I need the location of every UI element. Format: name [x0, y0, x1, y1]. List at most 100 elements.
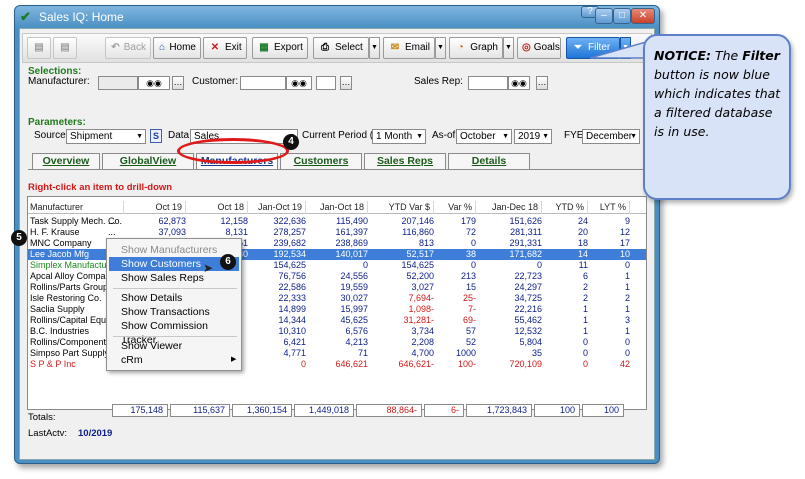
table-cell: 0: [624, 260, 630, 270]
table-cell: 17: [619, 238, 630, 248]
total-value: 1,723,843: [466, 404, 532, 417]
customer-label: Customer:: [192, 76, 239, 87]
col-header-ytd-var[interactable]: YTD Var $: [368, 201, 434, 214]
table-cell: 1: [582, 304, 588, 314]
table-cell: 20: [577, 227, 588, 237]
table-cell: 5,804: [519, 337, 542, 347]
as-of-month-select[interactable]: October: [456, 129, 512, 144]
graph-button[interactable]: ◔ Graph: [449, 37, 503, 59]
table-cell: 14,899: [278, 304, 306, 314]
table-cell: 71: [357, 348, 368, 358]
notice-text: NOTICE: The Filter button is now blue wh…: [654, 46, 786, 141]
col-header-janoct18[interactable]: Jan-Oct 18: [306, 201, 368, 214]
col-header-lyt-pct[interactable]: LYT %: [588, 201, 630, 214]
graph-label: Graph: [470, 42, 498, 53]
table-cell: 291,331: [509, 238, 542, 248]
current-period-select[interactable]: 1 Month: [372, 129, 426, 144]
minimize-button[interactable]: –: [595, 8, 613, 24]
table-cell: 278,257: [273, 227, 306, 237]
home-button[interactable]: ⌂ Home: [153, 37, 201, 59]
step-badge-4: 4: [283, 134, 299, 150]
table-cell: 24: [577, 216, 588, 226]
table-cell: 31,281-: [403, 315, 434, 325]
select-button[interactable]: ⎙ Select: [313, 37, 369, 59]
table-cell: 720,109: [509, 359, 542, 369]
source-select[interactable]: Shipment: [66, 129, 146, 144]
close-button[interactable]: ✕: [631, 8, 655, 24]
col-header-oct19[interactable]: Oct 19: [124, 201, 186, 214]
col-header-manufacturer[interactable]: Manufacturer: [30, 201, 124, 214]
table-row[interactable]: H. F. Krause... 37,093 8,131 278,257 161,397…: [28, 227, 646, 238]
sales-rep-lookup-button[interactable]: ◉◉: [508, 76, 530, 90]
table-cell: 15: [465, 282, 476, 292]
customer-code-field[interactable]: [316, 76, 336, 90]
exit-label: Exit: [225, 42, 242, 53]
last-activity-value: 10/2019: [78, 428, 113, 439]
table-cell: 1: [624, 271, 630, 281]
customer-field[interactable]: [240, 76, 286, 90]
table-cell: 2,208: [411, 337, 434, 347]
manufacturer-lookup-button[interactable]: ◉◉: [138, 76, 170, 90]
menu-separator: [113, 336, 237, 337]
email-icon: ✉: [390, 42, 400, 53]
table-cell: 0: [536, 260, 542, 270]
table-cell: 24,556: [340, 271, 368, 281]
manufacturer-more-button[interactable]: …: [172, 76, 184, 90]
col-header-ytd-pct[interactable]: YTD %: [542, 201, 588, 214]
goals-label: Goals: [533, 42, 560, 53]
export-button[interactable]: ▦ Export: [252, 37, 308, 59]
tab-customers[interactable]: Customers: [280, 153, 362, 169]
tab-details[interactable]: Details: [448, 153, 530, 169]
table-cell: 22,333: [278, 293, 306, 303]
col-header-janoct19[interactable]: Jan-Oct 19: [248, 201, 306, 214]
manufacturer-field[interactable]: [98, 76, 138, 90]
total-value: 115,637: [170, 404, 230, 417]
highlight-ellipse: [177, 138, 289, 164]
table-cell: 646,621-: [398, 359, 434, 369]
title-bar[interactable]: ✔ Sales IQ: Home ? – □ ✕: [15, 6, 659, 28]
exit-button[interactable]: ✕ Exit: [203, 37, 247, 59]
table-cell: 179: [460, 216, 476, 226]
tab-bar: Overview GlobalView Manufacturers Custom…: [28, 153, 648, 171]
grid-header: Manufacturer Oct 19 Oct 18 Jan-Oct 19 Ja…: [28, 201, 646, 214]
report-button-1[interactable]: ▤: [27, 37, 51, 59]
menu-show-details[interactable]: Show Details: [109, 291, 239, 305]
menu-show-commission-tracker[interactable]: Show Commission Tracker: [109, 319, 239, 346]
menu-show-sales-reps[interactable]: Show Sales Reps: [109, 271, 239, 285]
back-button[interactable]: ↶ Back: [105, 37, 151, 59]
as-of-year-select[interactable]: 2019: [514, 129, 552, 144]
maximize-button[interactable]: □: [613, 8, 631, 24]
printer-icon: ⎙: [321, 42, 329, 53]
select-dropdown-arrow[interactable]: ▼: [369, 37, 380, 59]
table-cell: 22,216: [514, 304, 542, 314]
menu-crm[interactable]: cRm: [109, 353, 239, 367]
document-icon: ▤: [34, 42, 44, 53]
table-cell: 213: [460, 271, 476, 281]
menu-show-manufacturers[interactable]: Show Manufacturers: [109, 243, 239, 257]
tab-overview[interactable]: Overview: [32, 153, 100, 169]
customer-lookup-button[interactable]: ◉◉: [286, 76, 312, 90]
tab-sales-reps[interactable]: Sales Reps: [364, 153, 446, 169]
report-button-2[interactable]: ▤: [53, 37, 77, 59]
table-cell: 322,636: [273, 216, 306, 226]
col-header-var-pct[interactable]: Var %: [434, 201, 476, 214]
source-s-button[interactable]: S: [150, 129, 162, 143]
home-label: Home: [169, 42, 196, 53]
table-cell: 22,586: [278, 282, 306, 292]
table-cell: 12,532: [514, 326, 542, 336]
table-cell: 25-: [462, 293, 476, 303]
email-button[interactable]: ✉ Email: [383, 37, 435, 59]
table-row[interactable]: Task Supply Mech. Co.... 62,873 12,158 322,…: [28, 216, 646, 227]
sales-rep-more-button[interactable]: …: [536, 76, 548, 90]
customer-more-button[interactable]: …: [340, 76, 352, 90]
sales-rep-field[interactable]: [468, 76, 508, 90]
col-header-jandec18[interactable]: Jan-Dec 18: [476, 201, 542, 214]
col-header-oct18[interactable]: Oct 18: [186, 201, 248, 214]
goals-button[interactable]: ◎ Goals: [517, 37, 561, 59]
menu-show-viewer[interactable]: Show Viewer: [109, 339, 239, 353]
callout-pointer: [590, 41, 647, 59]
graph-dropdown-arrow[interactable]: ▼: [503, 37, 514, 59]
fye-select[interactable]: December: [582, 129, 640, 144]
menu-show-transactions[interactable]: Show Transactions: [109, 305, 239, 319]
email-dropdown-arrow[interactable]: ▼: [435, 37, 446, 59]
